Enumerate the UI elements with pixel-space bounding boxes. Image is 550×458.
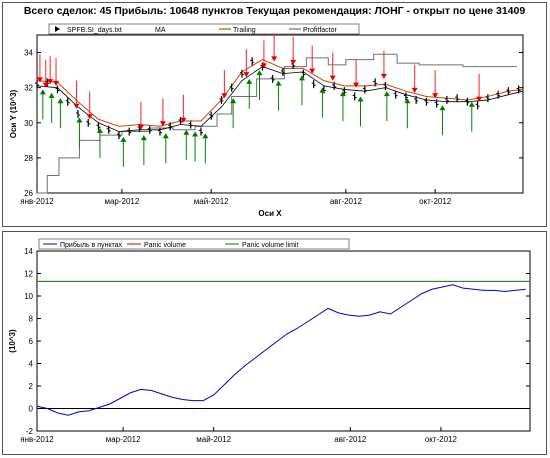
x-axis-title: Оси X [258, 209, 282, 218]
y-tick-label: 30 [24, 119, 33, 128]
x-tick-label: янв-2012 [20, 197, 54, 206]
y-tick-label: 32 [24, 84, 33, 93]
profit-chart-panel: -2 0 2 4 6 8 10 12 14 янв-2012 мар-2012 май-2012 авг… [2, 231, 547, 455]
x-tick-label: авг-2012 [330, 197, 363, 206]
y-tick-label: 2 [29, 382, 34, 391]
legend-label: Trailing [233, 27, 256, 34]
legend-label: SPFB.SI_days.txt [67, 27, 122, 34]
y-tick-label: 28 [24, 154, 33, 163]
y-tick-label: 12 [24, 270, 33, 279]
x-tick-label: мар-2012 [106, 435, 141, 444]
legend: SPFB.SI_days.txt MA Trailing Profitfactor [48, 23, 360, 35]
chart-title: Всего сделок: 45 Прибыль: 10648 пунктов … [23, 5, 526, 17]
y-axis-title: Оси Y (10^3) [9, 89, 18, 138]
y-tick-label: 8 [29, 315, 34, 324]
profit-chart-svg: -202468101214янв-2012 мар-2012 май-2012 авг… [8, 238, 531, 444]
legend-label: Panic volume [144, 242, 186, 249]
x-tick-label: май-2012 [194, 197, 229, 206]
plot-area [36, 250, 531, 432]
y-tick-label: 0 [29, 405, 34, 414]
y-axis-title: (10^3) [8, 329, 17, 353]
price-chart-svg: 2628303234янв-2012 мар-2012 май-2012 авг-20… [9, 23, 524, 218]
y-tick-label: 14 [24, 247, 33, 256]
legend: Прибыль в пунктах Panic volume Panic volum… [38, 238, 350, 250]
legend-label: MA [155, 27, 166, 34]
price-chart-panel: Всего сделок: 45 Прибыль: 10648 пунктов … [2, 2, 547, 227]
legend-label: Panic volume limit [242, 242, 298, 249]
y-tick-label: 10 [24, 292, 33, 301]
x-tick-label: май-2012 [196, 435, 231, 444]
x-tick-label: окт-2012 [425, 435, 458, 444]
x-tick-label: янв-2012 [20, 435, 54, 444]
x-tick-label: окт-2012 [419, 197, 452, 206]
x-tick-label: авг-2012 [334, 435, 367, 444]
y-tick-label: 34 [24, 49, 33, 58]
x-tick-label: мар-2012 [104, 197, 139, 206]
y-tick-label: 4 [29, 360, 34, 369]
legend-label: Прибыль в пунктах [60, 241, 123, 249]
y-tick-label: 6 [29, 337, 34, 346]
legend-label: Profitfactor [303, 27, 338, 34]
plot-area [36, 34, 524, 194]
